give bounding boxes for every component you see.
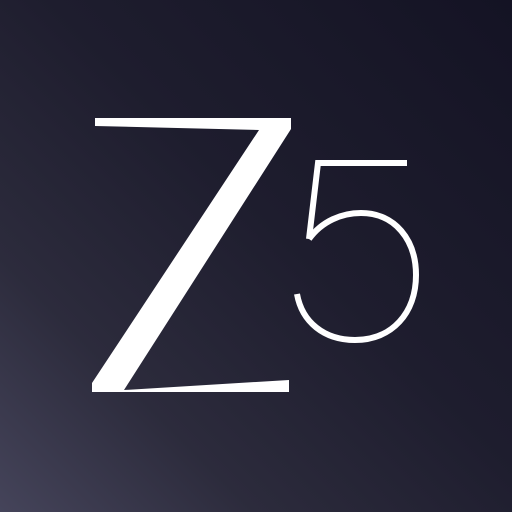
logo-digit-five xyxy=(294,160,420,344)
z5-logo xyxy=(0,0,512,512)
logo-letter-z xyxy=(92,118,291,392)
z5-logo-graphic xyxy=(92,118,420,392)
app-icon-tile xyxy=(0,0,512,512)
